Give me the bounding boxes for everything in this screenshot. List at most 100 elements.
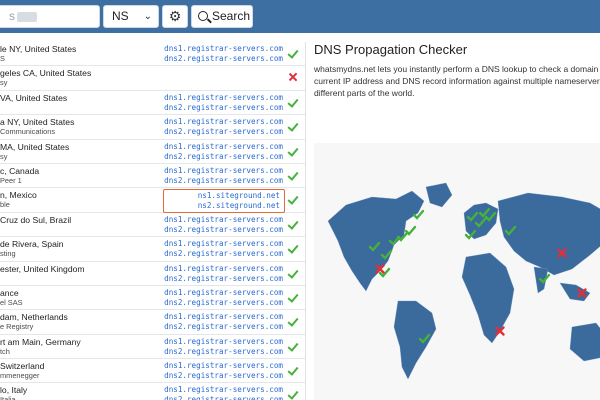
north-america-land bbox=[327, 190, 425, 292]
result-location: ance bbox=[0, 287, 19, 298]
result-provider: e Registry bbox=[0, 322, 34, 332]
results-list: le NY, United States Sdns1.registrar-serv… bbox=[0, 42, 306, 400]
nameserver-value: ns2.siteground.net bbox=[197, 201, 280, 211]
info-line: whatsmydns.net lets you instantly perfor… bbox=[314, 64, 599, 74]
nameserver-value: ns1.siteground.net bbox=[197, 191, 280, 201]
nameserver-value: dns2.registrar-servers.com bbox=[164, 346, 283, 356]
world-map-svg bbox=[327, 182, 600, 380]
nameserver-values: dns1.registrar-servers.com dns2.registrar… bbox=[164, 142, 283, 162]
result-provider: Communications bbox=[0, 127, 56, 137]
chevron-down-icon: ⌄ bbox=[143, 11, 152, 22]
check-icon bbox=[287, 316, 299, 328]
result-provider: tch bbox=[0, 346, 10, 356]
nameserver-value: dns2.registrar-servers.com bbox=[164, 395, 283, 400]
nameserver-values: dns1.registrar-servers.com dns2.registrar… bbox=[164, 93, 283, 113]
nameserver-value: dns1.registrar-servers.com bbox=[164, 239, 283, 249]
nameserver-value: dns2.registrar-servers.com bbox=[164, 175, 283, 185]
nameserver-value: dns1.registrar-servers.com bbox=[164, 287, 283, 297]
result-row: geles CA, United States sy bbox=[0, 66, 305, 91]
nameserver-value: dns1.registrar-servers.com bbox=[164, 141, 283, 151]
record-type-value: NS bbox=[112, 9, 129, 23]
asia-land bbox=[497, 192, 600, 276]
cross-icon bbox=[287, 72, 299, 84]
result-row: n, Mexico ble ns1.siteground.net ns2.sitegr… bbox=[0, 188, 305, 214]
redacted-text bbox=[17, 11, 37, 22]
nameserver-value: dns2.registrar-servers.com bbox=[164, 224, 283, 234]
result-row: MA, United States sy dns1.registrar-server… bbox=[0, 140, 305, 164]
check-icon bbox=[287, 243, 299, 255]
nameserver-value: dns1.registrar-servers.com bbox=[164, 117, 283, 127]
info-line: different parts of the world. bbox=[314, 88, 415, 98]
result-row: ester, United Kingdom dns1.registrar-serv… bbox=[0, 262, 305, 286]
result-row: rt am Main, Germany tch dns1.registrar-ser… bbox=[0, 335, 305, 360]
map-check-icon bbox=[404, 225, 417, 236]
result-provider: sy bbox=[0, 151, 8, 161]
check-icon bbox=[287, 48, 299, 60]
record-type-select[interactable]: NS ⌄ bbox=[103, 5, 159, 28]
nameserver-value: dns1.registrar-servers.com bbox=[164, 312, 283, 322]
nameserver-value: dns2.registrar-servers.com bbox=[164, 249, 283, 259]
check-icon bbox=[287, 341, 299, 353]
nameserver-value: dns1.registrar-servers.com bbox=[164, 214, 283, 224]
result-row: Cruz do Sul, Brazil dns1.registrar-server… bbox=[0, 213, 305, 238]
result-row: c, Canada Peer 1 dns1.registrar-servers.co… bbox=[0, 164, 305, 189]
result-location: le NY, United States bbox=[0, 44, 77, 54]
result-row: lo, Italy Italia dns1.registrar-servers.co… bbox=[0, 383, 305, 400]
result-provider: el SAS bbox=[0, 297, 23, 307]
check-icon bbox=[287, 389, 299, 400]
nameserver-value: dns2.registrar-servers.com bbox=[164, 54, 283, 63]
result-provider: Peer 1 bbox=[0, 175, 22, 185]
southeast-asia-land bbox=[559, 282, 591, 302]
search-button[interactable]: Search bbox=[191, 5, 253, 28]
world-map[interactable] bbox=[314, 143, 600, 400]
nameserver-values: ns1.siteground.net ns2.siteground.net bbox=[162, 189, 285, 214]
nameserver-values: dns1.registrar-servers.com dns2.registrar… bbox=[164, 288, 283, 308]
nameserver-values: dns1.registrar-servers.com dns2.registrar… bbox=[164, 312, 283, 332]
result-location: rt am Main, Germany bbox=[0, 336, 81, 347]
info-panel: DNS Propagation Checker whatsmydns.net l… bbox=[314, 42, 600, 99]
search-button-label: Search bbox=[212, 9, 251, 23]
result-location: n, Mexico bbox=[0, 190, 37, 201]
check-icon bbox=[287, 170, 299, 182]
result-row: de Rivera, Spain sting dns1.registrar-serv… bbox=[0, 237, 305, 262]
result-location: c, Canada bbox=[0, 165, 40, 176]
result-row: dam, Netherlands e Registry dns1.registrar… bbox=[0, 310, 305, 335]
nameserver-value: dns2.registrar-servers.com bbox=[164, 151, 283, 161]
nameserver-value: dns1.registrar-servers.com bbox=[164, 263, 283, 273]
domain-input[interactable]: s bbox=[0, 5, 100, 28]
check-icon bbox=[287, 219, 299, 231]
check-icon bbox=[287, 194, 299, 206]
nameserver-values: dns1.registrar-servers.com dns2.registrar… bbox=[164, 239, 283, 259]
result-location: a NY, United States bbox=[0, 117, 75, 128]
nameserver-value: dns2.registrar-servers.com bbox=[164, 297, 283, 307]
africa-land bbox=[461, 252, 515, 344]
check-icon bbox=[287, 146, 299, 158]
result-provider: ble bbox=[0, 200, 10, 210]
result-row: le NY, United States Sdns1.registrar-serv… bbox=[0, 42, 305, 67]
result-row: VA, United States dns1.registrar-servers.… bbox=[0, 91, 305, 116]
result-row: Switzerland mmenegger dns1.registrar-serve… bbox=[0, 359, 305, 384]
nameserver-value: dns1.registrar-servers.com bbox=[164, 385, 283, 395]
result-provider: Italia bbox=[0, 395, 16, 400]
settings-button[interactable]: ⚙ bbox=[162, 5, 188, 28]
result-location: VA, United States bbox=[0, 92, 68, 103]
nameserver-value: dns1.registrar-servers.com bbox=[164, 165, 283, 175]
nameserver-value: dns2.registrar-servers.com bbox=[164, 273, 283, 283]
result-provider: sy bbox=[0, 78, 8, 88]
result-location: Switzerland bbox=[0, 361, 45, 372]
page-title: DNS Propagation Checker bbox=[314, 42, 468, 57]
nameserver-value: dns1.registrar-servers.com bbox=[164, 361, 283, 371]
result-provider: sting bbox=[0, 249, 16, 259]
result-provider: S bbox=[0, 54, 5, 63]
nameserver-values: dns1.registrar-servers.com dns2.registrar… bbox=[164, 361, 283, 381]
result-location: de Rivera, Spain bbox=[0, 239, 64, 250]
nameserver-value: dns1.registrar-servers.com bbox=[164, 92, 283, 102]
nameserver-value: dns2.registrar-servers.com bbox=[164, 371, 283, 381]
info-description: whatsmydns.net lets you instantly perfor… bbox=[314, 63, 600, 99]
europe-land bbox=[463, 202, 499, 240]
nameserver-values: dns1.registrar-servers.com dns2.registrar… bbox=[164, 264, 283, 284]
nameserver-values: dns1.registrar-servers.com dns2.registrar… bbox=[164, 44, 283, 64]
result-location: lo, Italy bbox=[0, 385, 28, 396]
nameserver-value: dns2.registrar-servers.com bbox=[164, 102, 283, 112]
nameserver-values: dns1.registrar-servers.com dns2.registrar… bbox=[164, 166, 283, 186]
